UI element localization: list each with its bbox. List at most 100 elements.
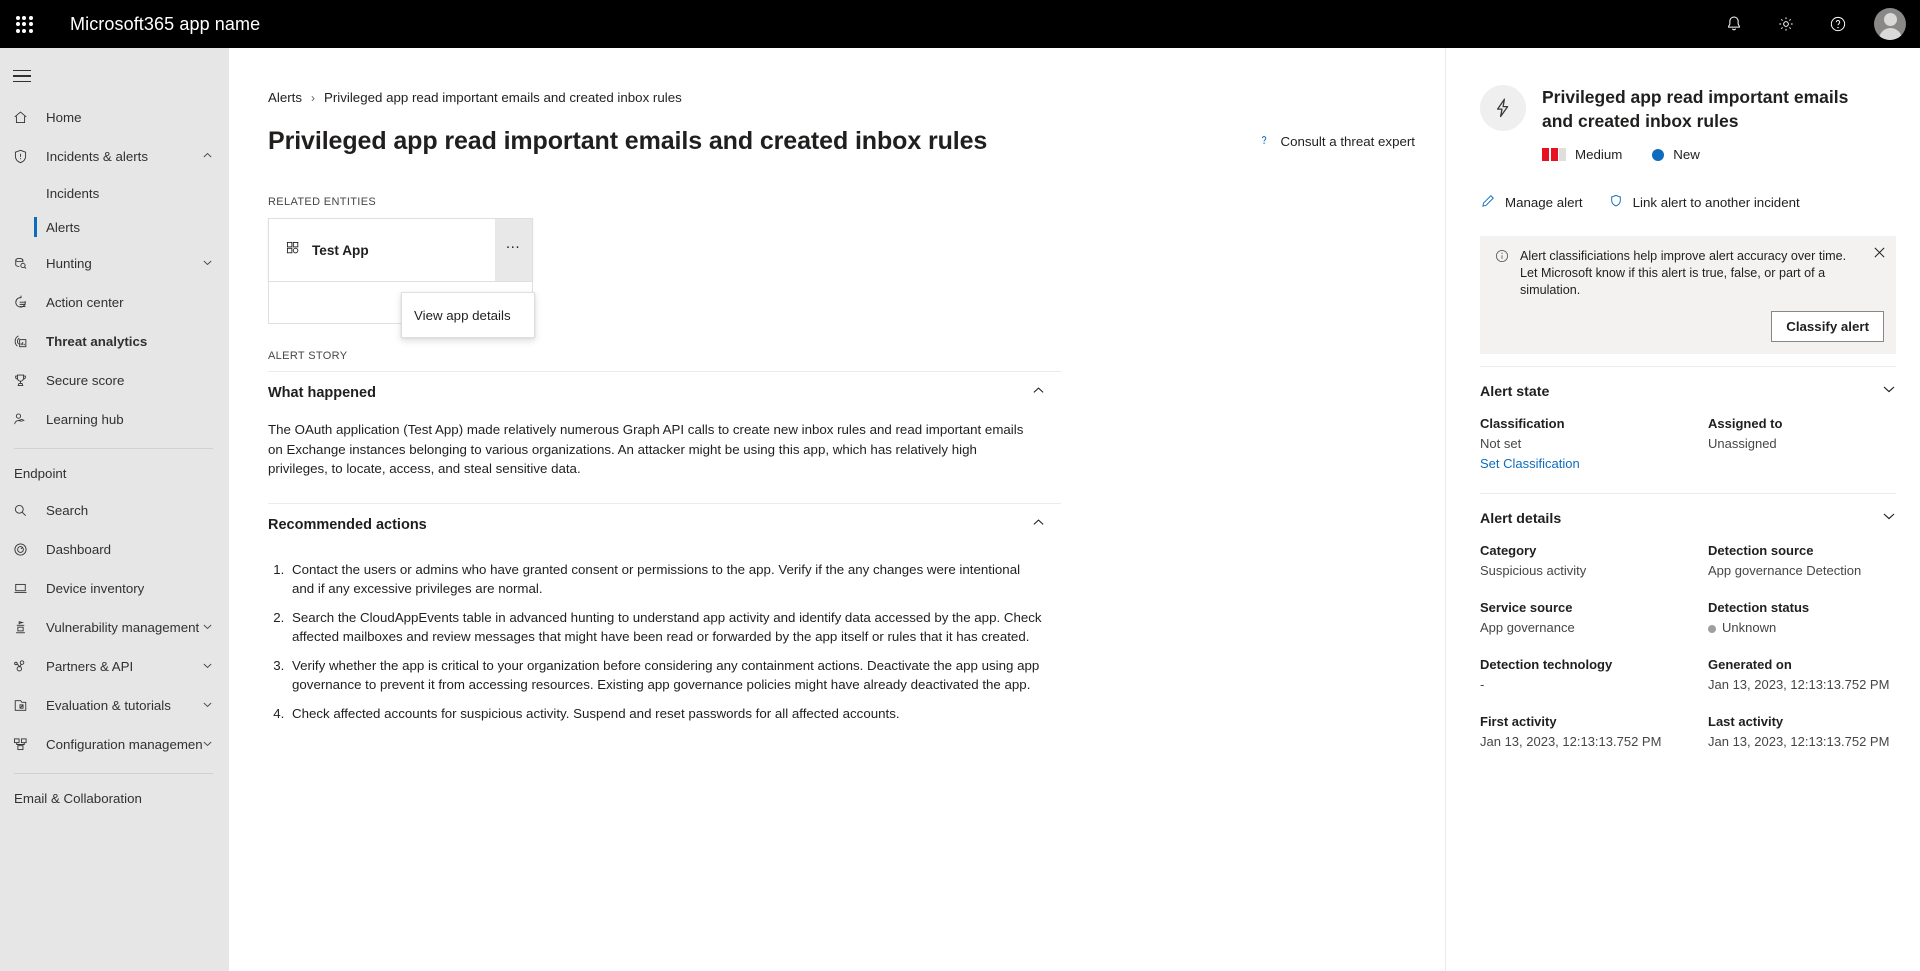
sidebar-divider xyxy=(14,448,213,449)
sidebar-item-action-center[interactable]: Action center xyxy=(0,283,229,322)
lightning-bolt-icon xyxy=(1480,85,1526,131)
alert-story-panel: What happened The OAuth application (Tes… xyxy=(268,371,1061,756)
app-shell: Home Incidents & alerts Incidents Alerts… xyxy=(0,48,1920,971)
sidebar-item-dashboard[interactable]: Dashboard xyxy=(0,530,229,569)
gear-icon xyxy=(1779,17,1793,31)
field-label: Classification xyxy=(1480,416,1565,431)
breadcrumb-current: Privileged app read important emails and… xyxy=(324,90,682,105)
alert-state-title: Alert state xyxy=(1480,383,1550,400)
alert-state-section-header[interactable]: Alert state xyxy=(1480,366,1896,416)
entity-context-menu: View app details xyxy=(401,292,535,338)
sidebar-item-vulnerability-management[interactable]: Vulnerability management xyxy=(0,608,229,647)
help-button[interactable] xyxy=(1814,0,1862,48)
classify-alert-button[interactable]: Classify alert xyxy=(1771,311,1884,342)
accordion-title: What happened xyxy=(268,385,376,401)
field-label: Service source xyxy=(1480,600,1573,615)
menu-item-view-app-details[interactable]: View app details xyxy=(402,297,534,333)
avatar-body xyxy=(1878,28,1902,40)
shield-icon xyxy=(1608,193,1624,212)
field-detection-source: Detection source App governance Detectio… xyxy=(1708,543,1896,578)
accordion-header-recommended-actions[interactable]: Recommended actions xyxy=(268,502,1061,546)
field-value: Unassigned xyxy=(1708,436,1777,451)
entity-card[interactable]: Test App … xyxy=(268,218,533,282)
notifications-button[interactable] xyxy=(1710,0,1758,48)
field-generated-on: Generated on Jan 13, 2023, 12:13:13.752 … xyxy=(1708,657,1896,692)
sidebar-item-label: Home xyxy=(46,110,82,125)
field-label: Detection technology xyxy=(1480,657,1613,672)
sidebar-item-incidents[interactable]: Incidents xyxy=(0,176,229,210)
field-value: App governance xyxy=(1480,620,1575,635)
vulnerability-icon xyxy=(12,619,34,636)
field-label: Generated on xyxy=(1708,657,1792,672)
page-title: Privileged app read important emails and… xyxy=(268,127,988,155)
field-label: Assigned to xyxy=(1708,416,1783,431)
alert-details-section-header[interactable]: Alert details xyxy=(1480,493,1896,543)
sidebar-divider xyxy=(14,773,213,774)
classification-banner-actions: Classify alert xyxy=(1520,311,1884,342)
sidebar-item-learning-hub[interactable]: Learning hub xyxy=(0,400,229,439)
sidebar-item-label: Threat analytics xyxy=(46,334,148,349)
status-badge: New xyxy=(1652,147,1700,162)
field-detection-technology: Detection technology - xyxy=(1480,657,1708,692)
main-content: Alerts › Privileged app read important e… xyxy=(229,48,1445,971)
sidebar-item-label: Alerts xyxy=(46,219,80,235)
sidebar-item-evaluation-tutorials[interactable]: Evaluation & tutorials xyxy=(0,686,229,725)
detail-panel-badges: Medium New xyxy=(1542,147,1872,162)
chevron-down-icon xyxy=(1882,509,1896,528)
trophy-icon xyxy=(12,372,34,389)
set-classification-link[interactable]: Set Classification xyxy=(1480,456,1708,471)
entity-card-main[interactable]: Test App xyxy=(269,219,495,281)
field-value: Unknown xyxy=(1722,620,1777,635)
question-mark-icon xyxy=(1830,16,1846,32)
settings-button[interactable] xyxy=(1762,0,1810,48)
bell-icon xyxy=(1728,16,1740,31)
chevron-up-icon xyxy=(1032,516,1045,534)
sidebar-item-label: Partners & API xyxy=(46,659,134,674)
list-item: Verify whether the app is critical to yo… xyxy=(288,656,1043,695)
threat-analytics-icon xyxy=(12,333,34,350)
sidebar-item-partners-api[interactable]: Partners & API xyxy=(0,647,229,686)
sidebar: Home Incidents & alerts Incidents Alerts… xyxy=(0,48,229,971)
suite-bar: Microsoft365 app name xyxy=(0,0,1920,48)
accordion-title: Recommended actions xyxy=(268,516,427,533)
alert-details-fields: Category Suspicious activity Detection s… xyxy=(1480,543,1896,759)
detail-panel-actions: Manage alert Link alert to another incid… xyxy=(1480,193,1896,212)
hamburger-icon xyxy=(13,66,31,86)
sidebar-item-home[interactable]: Home xyxy=(0,98,229,137)
field-label: Detection source xyxy=(1708,543,1814,558)
field-value: Not set xyxy=(1480,436,1522,451)
link-alert-button[interactable]: Link alert to another incident xyxy=(1608,193,1800,212)
chevron-down-icon xyxy=(202,659,213,674)
field-label: Category xyxy=(1480,543,1537,558)
sidebar-item-search[interactable]: Search xyxy=(0,491,229,530)
sidebar-item-label: Evaluation & tutorials xyxy=(46,698,171,713)
app-launcher-button[interactable] xyxy=(0,0,48,48)
manage-alert-button[interactable]: Manage alert xyxy=(1480,193,1583,212)
accordion-header-what-happened[interactable]: What happened xyxy=(268,371,1061,414)
chevron-down-icon xyxy=(202,698,213,713)
breadcrumb-alerts-link[interactable]: Alerts xyxy=(268,90,302,105)
sidebar-toggle-button[interactable] xyxy=(0,54,229,98)
sidebar-item-threat-analytics[interactable]: Threat analytics xyxy=(0,322,229,361)
suite-title: Microsoft365 app name xyxy=(70,13,261,34)
field-category: Category Suspicious activity xyxy=(1480,543,1708,578)
avatar[interactable] xyxy=(1874,8,1906,40)
sidebar-item-device-inventory[interactable]: Device inventory xyxy=(0,569,229,608)
accordion-body-recommended-actions: Contact the users or admins who have gra… xyxy=(268,546,1061,757)
entity-more-button[interactable]: … xyxy=(495,219,532,281)
hunting-icon xyxy=(12,255,34,272)
close-icon[interactable] xyxy=(1873,246,1886,264)
consult-label: Consult a threat expert xyxy=(1280,134,1415,149)
chevron-down-icon xyxy=(1882,382,1896,401)
sidebar-item-label: Incidents xyxy=(46,185,100,201)
sidebar-item-incidents-alerts[interactable]: Incidents & alerts xyxy=(0,137,229,176)
sidebar-item-configuration-management[interactable]: Configuration management xyxy=(0,725,229,764)
sidebar-section-email-collaboration: Email & Collaboration xyxy=(14,791,142,806)
status-dot-icon xyxy=(1652,148,1665,161)
sidebar-item-secure-score[interactable]: Secure score xyxy=(0,361,229,400)
sidebar-item-alerts[interactable]: Alerts xyxy=(0,210,229,244)
sidebar-item-hunting[interactable]: Hunting xyxy=(0,244,229,283)
consult-threat-expert-button[interactable]: Consult a threat expert xyxy=(1257,133,1415,150)
sidebar-item-label: Incidents & alerts xyxy=(46,149,148,164)
severity-label: Medium xyxy=(1575,147,1623,162)
